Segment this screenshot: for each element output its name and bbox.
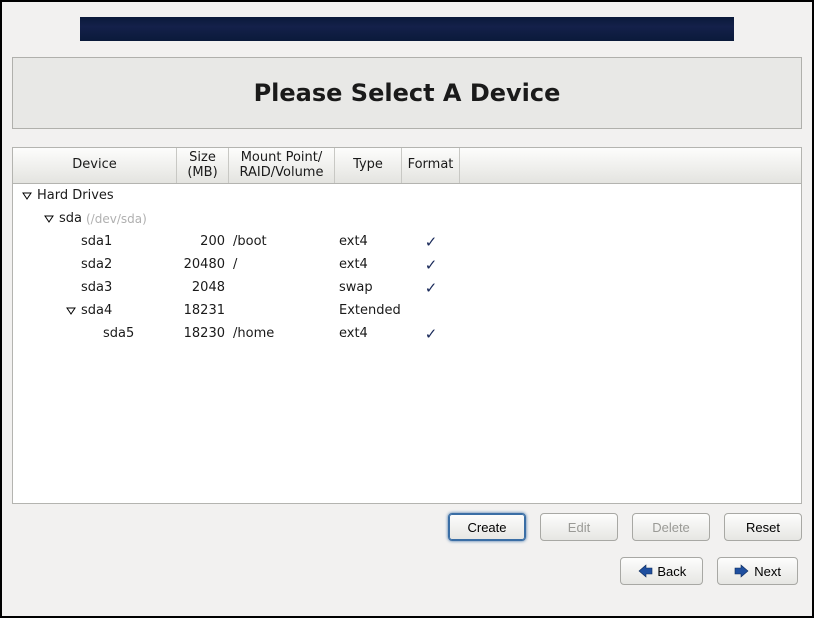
cell-type: ext4	[335, 257, 402, 272]
back-button[interactable]: Back	[620, 557, 703, 585]
table-body[interactable]: Hard Drivessda(/dev/sda)sda1200/bootext4…	[13, 184, 801, 503]
nav-bar: Back Next	[620, 554, 798, 588]
cell-type: ext4	[335, 326, 402, 341]
device-label: sda5	[103, 326, 134, 341]
next-button[interactable]: Next	[717, 557, 798, 585]
cell-size: 18230	[177, 326, 229, 341]
table-row[interactable]: sda2 20480/ext4 ✓	[13, 253, 801, 276]
cell-type: swap	[335, 280, 402, 295]
col-header-device[interactable]: Device	[13, 148, 177, 183]
cell-type: ext4	[335, 234, 402, 249]
cell-device: sda5	[13, 326, 177, 341]
create-button[interactable]: Create	[448, 513, 526, 541]
top-banner	[80, 17, 734, 41]
col-header-size[interactable]: Size (MB)	[177, 148, 229, 183]
title-panel: Please Select A Device	[12, 57, 802, 129]
device-table: Device Size (MB) Mount Point/ RAID/Volum…	[12, 147, 802, 504]
expander-icon	[65, 259, 77, 271]
table-row[interactable]: sda (/dev/sda)	[13, 207, 801, 230]
table-row[interactable]: sda1 200/bootext4 ✓	[13, 230, 801, 253]
cell-size: 2048	[177, 280, 229, 295]
cell-device: sda1	[13, 234, 177, 249]
device-label: sda3	[81, 280, 112, 295]
cell-size: 20480	[177, 257, 229, 272]
action-bar: Create Edit Delete Reset	[12, 510, 802, 544]
cell-device: sda3	[13, 280, 177, 295]
delete-button: Delete	[632, 513, 710, 541]
edit-button: Edit	[540, 513, 618, 541]
installer-window: Please Select A Device Device Size (MB) …	[0, 0, 814, 618]
expander-icon[interactable]	[65, 305, 77, 317]
page-title: Please Select A Device	[254, 79, 561, 107]
device-label: sda2	[81, 257, 112, 272]
col-header-type[interactable]: Type	[335, 148, 402, 183]
device-label: sda1	[81, 234, 112, 249]
expander-icon[interactable]	[21, 190, 33, 202]
col-header-format[interactable]: Format	[402, 148, 460, 183]
cell-device: Hard Drives	[13, 188, 177, 203]
device-path: (/dev/sda)	[86, 212, 147, 226]
reset-button[interactable]: Reset	[724, 513, 802, 541]
expander-icon	[87, 328, 99, 340]
arrow-right-icon	[734, 564, 750, 578]
cell-size: 200	[177, 234, 229, 249]
table-row[interactable]: sda4 18231 Extended	[13, 299, 801, 322]
check-icon: ✓	[425, 325, 438, 343]
table-row[interactable]: sda5 18230/homeext4 ✓	[13, 322, 801, 345]
table-row[interactable]: Hard Drives	[13, 184, 801, 207]
expander-icon[interactable]	[43, 213, 55, 225]
cell-mount: /	[229, 257, 335, 272]
cell-format: ✓	[402, 233, 460, 251]
expander-icon	[65, 236, 77, 248]
check-icon: ✓	[425, 233, 438, 251]
device-label: sda4	[81, 303, 112, 318]
arrow-left-icon	[637, 564, 653, 578]
cell-size: 18231	[177, 303, 229, 318]
cell-format: ✓	[402, 256, 460, 274]
cell-device: sda4	[13, 303, 177, 318]
table-row[interactable]: sda3 2048 swap ✓	[13, 276, 801, 299]
device-label: Hard Drives	[37, 188, 114, 203]
check-icon: ✓	[425, 256, 438, 274]
cell-format: ✓	[402, 279, 460, 297]
cell-device: sda (/dev/sda)	[13, 211, 177, 226]
cell-mount: /home	[229, 326, 335, 341]
expander-icon	[65, 282, 77, 294]
cell-format: ✓	[402, 325, 460, 343]
cell-type: Extended	[335, 303, 402, 318]
table-header: Device Size (MB) Mount Point/ RAID/Volum…	[13, 148, 801, 184]
cell-device: sda2	[13, 257, 177, 272]
check-icon: ✓	[425, 279, 438, 297]
col-header-mount[interactable]: Mount Point/ RAID/Volume	[229, 148, 335, 183]
device-label: sda	[59, 211, 82, 226]
cell-mount: /boot	[229, 234, 335, 249]
